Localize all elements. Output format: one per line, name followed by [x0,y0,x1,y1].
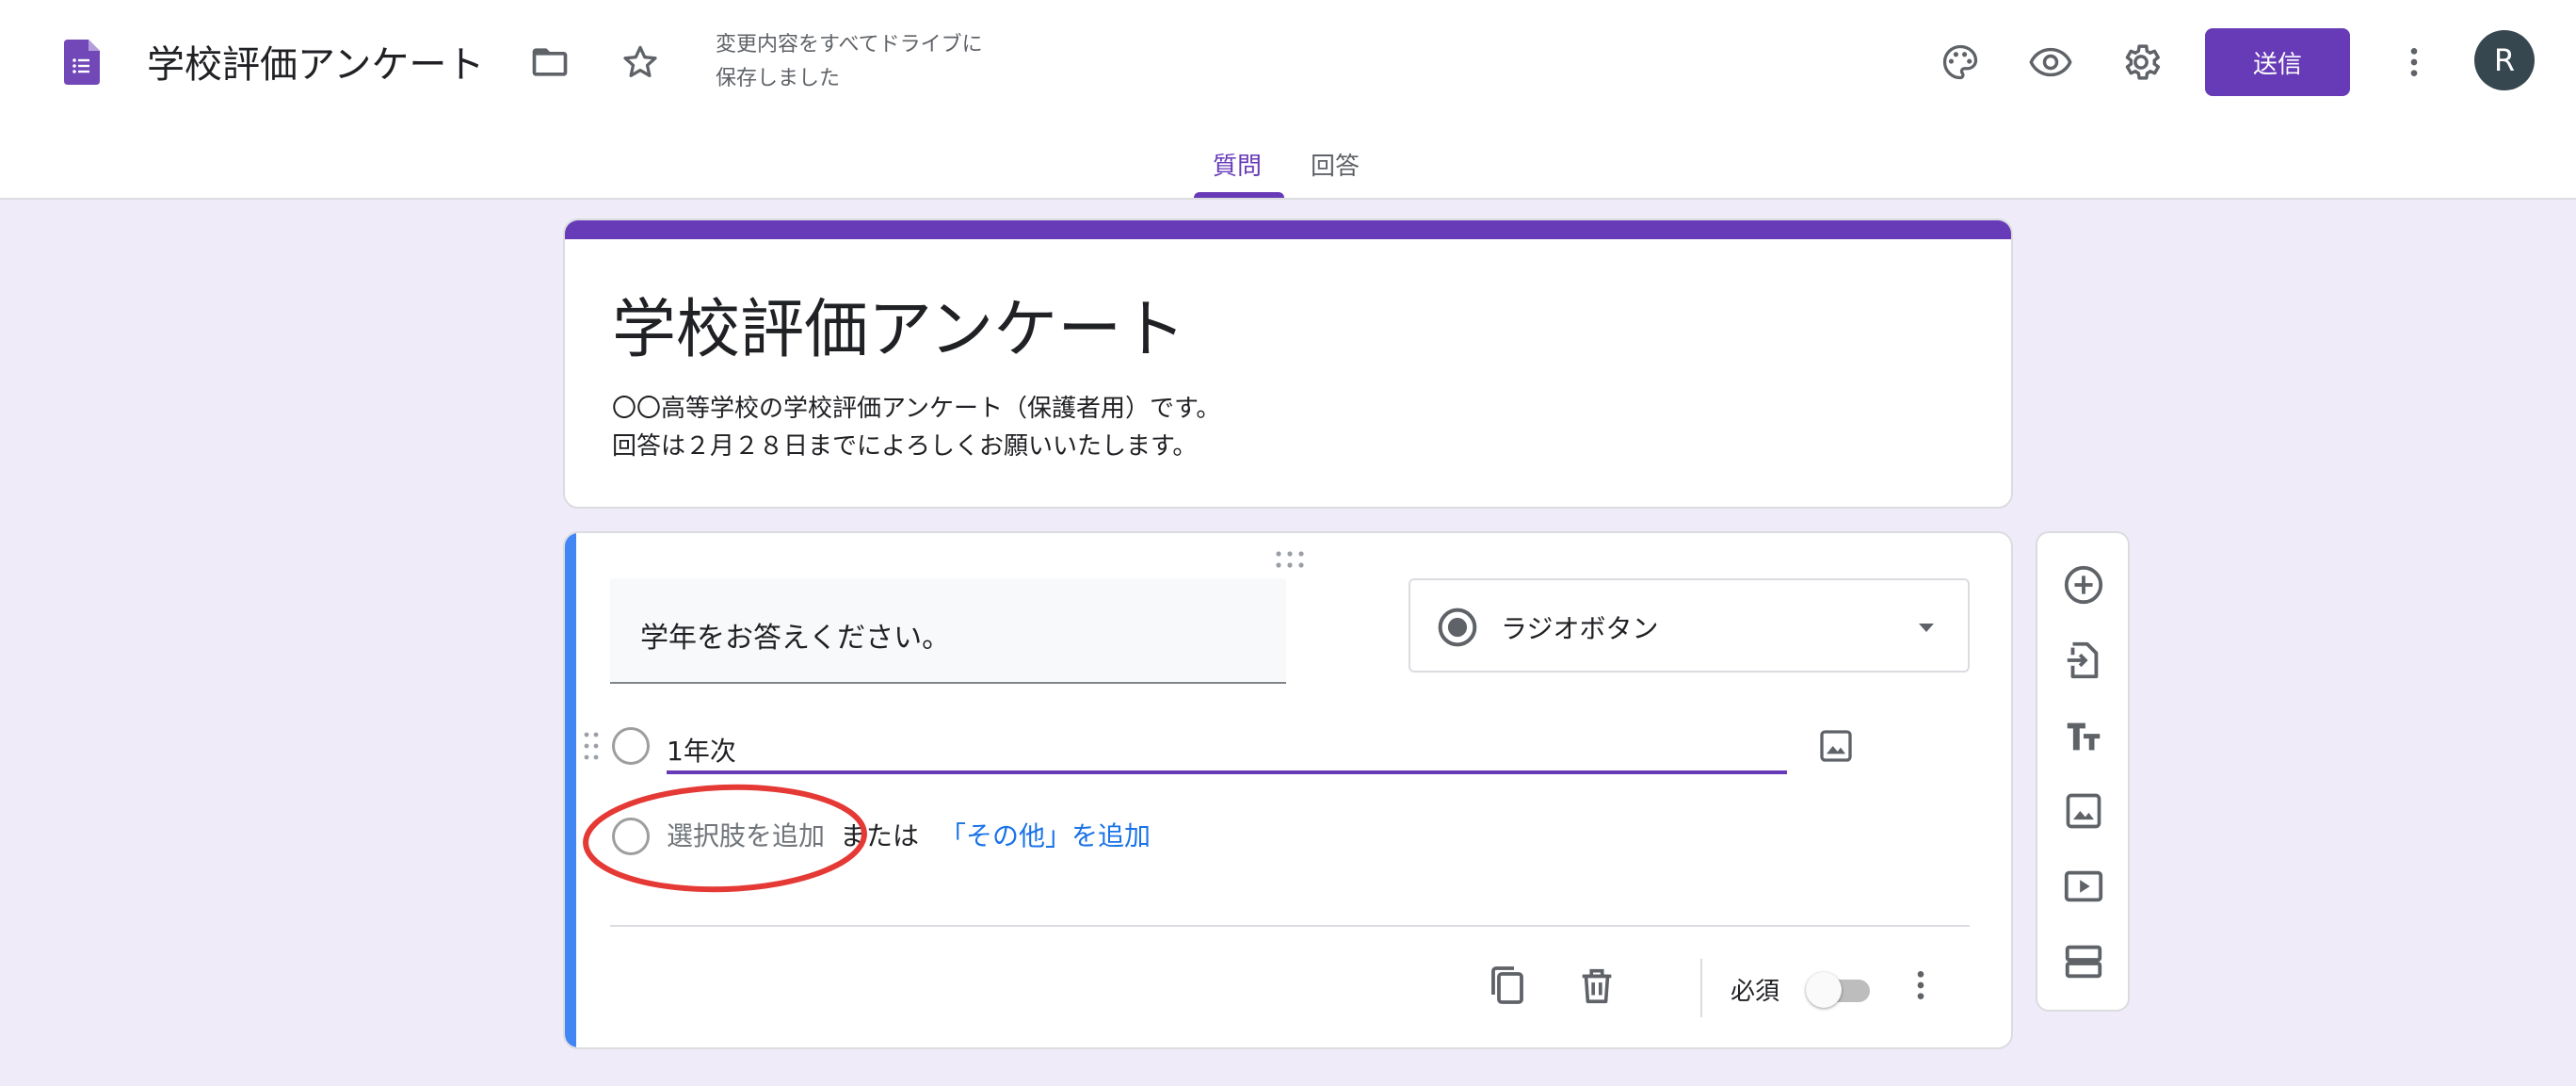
app-header: 学校評価アンケート 変更内容をすべてドライブに 保存しました 送信 R 質問 回… [0,0,2576,200]
option-drag-handle-icon[interactable] [582,727,601,765]
add-title-description-button[interactable] [2051,703,2117,769]
add-option-radio-icon [612,818,650,855]
preview-eye-icon [2029,47,2072,77]
add-image-button[interactable] [2051,778,2117,844]
side-toolbar [2036,531,2130,1012]
customize-theme-button[interactable] [1926,28,1994,96]
active-question-accent [565,533,576,1047]
tab-bar: 質問 回答 [0,141,2576,200]
save-status-line1: 変更内容をすべてドライブに [716,33,983,57]
duplicate-question-button[interactable] [1476,955,1537,1015]
add-section-button[interactable] [2051,929,2117,995]
image-icon [1820,730,1852,762]
settings-gear-icon [2125,44,2161,80]
chevron-down-icon [1919,624,1934,632]
star-icon [623,45,657,77]
form-description-line1: 〇〇高等学校の学校評価アンケート（保護者用）です。 [612,395,1221,423]
more-vert-icon [1917,971,1924,999]
add-video-icon [2064,870,2103,902]
document-title[interactable]: 学校評価アンケート [147,34,484,89]
form-title[interactable]: 学校評価アンケート [612,277,1185,370]
settings-button[interactable] [2107,28,2175,96]
add-image-icon [2066,793,2101,829]
send-button[interactable]: 送信 [2205,28,2350,96]
option-1-input[interactable]: 1年次 [667,725,1787,774]
title-card-accent-bar [565,220,2011,239]
save-status: 変更内容をすべてドライブに 保存しました [716,28,1055,96]
form-description-line2: 回答は２月２８日までによろしくお願いいたします。 [612,432,1198,461]
form-title-card[interactable]: 学校評価アンケート 〇〇高等学校の学校評価アンケート（保護者用）です。 回答は２… [563,219,2013,509]
move-to-folder-button[interactable] [516,28,584,96]
import-questions-button[interactable] [2051,627,2117,693]
add-option-image-button[interactable] [1810,720,1862,772]
import-questions-icon [2067,641,2099,679]
folder-icon [532,48,568,76]
palette-icon [1942,44,1978,80]
avatar[interactable]: R [2474,30,2535,90]
more-options-button[interactable] [2380,28,2448,96]
tab-responses[interactable]: 回答 [1311,147,1360,182]
question-title-input[interactable]: 学年をお答えください。 [610,578,1286,684]
delete-question-button[interactable] [1567,955,1627,1015]
forms-logo-icon[interactable] [64,40,100,85]
active-tab-indicator [1194,192,1284,198]
question-type-dropdown[interactable]: ラジオボタン [1409,578,1970,673]
required-label: 必須 [1731,978,1780,1006]
preview-button[interactable] [2017,28,2085,96]
add-option-button[interactable]: 選択肢を追加 [667,816,825,853]
add-question-icon [2064,565,2103,605]
required-toggle[interactable] [1806,972,1874,1008]
more-vert-icon [2410,48,2418,76]
card-drag-handle-icon[interactable] [1271,548,1309,571]
or-text: または [840,820,920,851]
add-other-option-link[interactable]: 「その他」を追加 [940,816,1151,853]
question-card[interactable]: 学年をお答えください。 ラジオボタン 1年次 選択肢を追加 または 「その他」を… [563,531,2013,1049]
radio-button-checked-icon [1438,608,1477,647]
copy-icon [1491,966,1523,1004]
trash-icon [1582,968,1612,1004]
option-radio-icon [612,727,650,765]
add-question-button[interactable] [2051,552,2117,618]
star-button[interactable] [606,28,674,96]
save-status-line2: 保存しました [716,67,841,90]
add-video-button[interactable] [2051,853,2117,919]
add-section-icon [2065,945,2102,979]
tab-questions[interactable]: 質問 [1213,147,1262,182]
form-description[interactable]: 〇〇高等学校の学校評価アンケート（保護者用）です。 回答は２月２８日までによろし… [612,390,1220,465]
question-footer-divider [610,925,1970,927]
add-title-icon [2067,722,2101,751]
footer-vertical-divider [1700,959,1702,1017]
question-type-label: ラジオボタン [1501,613,1659,644]
question-more-options-button[interactable] [1891,955,1951,1015]
toggle-knob [1806,972,1842,1008]
